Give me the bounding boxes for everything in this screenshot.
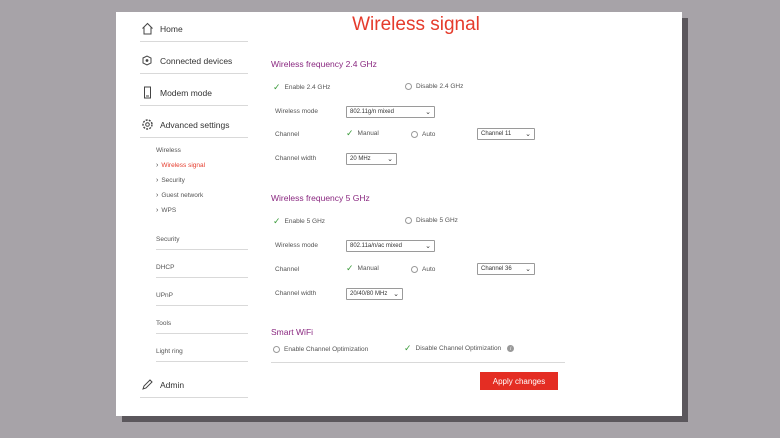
nav-sub-label: Security <box>161 177 185 184</box>
section-title-5ghz: Wireless frequency 5 GHz <box>271 193 370 203</box>
checkmark-icon: ✓ <box>273 82 281 92</box>
page-title: Wireless signal <box>352 14 480 35</box>
channel-24-select[interactable]: Channel 11 ⌄ <box>477 128 535 140</box>
chevron-down-icon: ⌄ <box>525 266 531 273</box>
nav-sub-label: WPS <box>161 207 177 214</box>
channel-5-select[interactable]: Channel 36 ⌄ <box>477 263 535 275</box>
nav-tools[interactable]: Tools <box>156 314 248 334</box>
option-label: Auto <box>422 266 436 273</box>
radio-icon <box>411 266 418 273</box>
option-label: Enable Channel Optimization <box>284 346 369 353</box>
nav-admin-label: Admin <box>160 379 185 390</box>
channel-width-24-label: Channel width <box>275 155 317 162</box>
select-value: Channel 36 <box>481 266 512 272</box>
option-label: Enable 2.4 GHz <box>284 84 331 91</box>
select-value: 20/40/80 MHz <box>350 291 388 297</box>
disable-24ghz-radio[interactable]: Disable 2.4 GHz <box>405 83 463 90</box>
nav-security[interactable]: Security <box>156 230 248 250</box>
nav-advanced-settings-label: Advanced settings <box>160 119 230 130</box>
checkmark-icon: ✓ <box>346 128 354 138</box>
channel-width-5-label: Channel width <box>275 290 317 297</box>
modem-icon <box>140 86 154 100</box>
option-label: Disable 2.4 GHz <box>416 83 464 90</box>
disable-channel-optimization-checkbox[interactable]: ✓ Disable Channel Optimization i <box>404 343 515 353</box>
enable-24ghz-checkbox[interactable]: ✓ Enable 2.4 GHz <box>273 83 330 92</box>
channel-width-5-select[interactable]: 20/40/80 MHz ⌄ <box>346 288 403 300</box>
option-label: Manual <box>357 130 379 137</box>
checkmark-icon: ✓ <box>273 216 281 226</box>
auto-24-radio[interactable]: Auto <box>411 131 435 138</box>
nav-sub-security[interactable]: › Security <box>156 177 248 184</box>
section-title-smart-wifi: Smart WiFi <box>271 327 314 337</box>
nav-sub-label: Guest network <box>161 192 204 199</box>
manual-5-checkbox[interactable]: ✓ Manual <box>346 264 379 273</box>
select-value: 802.11g/n mixed <box>350 109 394 115</box>
radio-icon <box>411 131 418 138</box>
gear-icon <box>140 118 154 132</box>
home-icon <box>140 22 154 36</box>
nav-advanced-settings[interactable]: Advanced settings <box>140 112 248 138</box>
wireless-mode-24-label: Wireless mode <box>275 108 318 115</box>
nav-light-ring[interactable]: Light ring <box>156 342 248 362</box>
nav-dhcp[interactable]: DHCP <box>156 258 248 278</box>
nav-sub-wps[interactable]: › WPS <box>156 207 248 214</box>
auto-5-radio[interactable]: Auto <box>411 266 435 273</box>
checkmark-icon: ✓ <box>404 343 412 353</box>
option-label: Disable Channel Optimization <box>415 345 502 352</box>
connected-devices-icon <box>140 54 154 68</box>
channel-5-label: Channel <box>275 266 300 273</box>
nav-modem-mode[interactable]: Modem mode <box>140 80 248 106</box>
radio-icon <box>405 83 412 90</box>
wireless-mode-24-select[interactable]: 802.11g/n mixed ⌄ <box>346 106 435 118</box>
select-value: 802.11a/n/ac mixed <box>350 243 402 249</box>
nav-sub-label: Wireless signal <box>161 162 206 169</box>
disable-5ghz-radio[interactable]: Disable 5 GHz <box>405 217 458 224</box>
divider <box>271 362 565 363</box>
wireless-mode-5-select[interactable]: 802.11a/n/ac mixed ⌄ <box>346 240 435 252</box>
select-value: 20 MHz <box>350 156 371 162</box>
apply-changes-button[interactable]: Apply changes <box>480 372 558 390</box>
channel-24-label: Channel <box>275 131 300 138</box>
nav-connected-devices[interactable]: Connected devices <box>140 48 248 74</box>
nav-modem-mode-label: Modem mode <box>160 87 212 98</box>
radio-icon <box>405 217 412 224</box>
wireless-mode-5-label: Wireless mode <box>275 242 318 249</box>
option-label: Auto <box>422 131 436 138</box>
enable-channel-optimization-radio[interactable]: Enable Channel Optimization <box>273 346 368 353</box>
chevron-right-icon: › <box>156 192 159 199</box>
option-label: Enable 5 GHz <box>284 218 326 225</box>
option-label: Manual <box>357 265 379 272</box>
chevron-right-icon: › <box>156 162 159 169</box>
section-title-24ghz: Wireless frequency 2.4 GHz <box>271 59 377 69</box>
chevron-down-icon: ⌄ <box>425 243 431 250</box>
chevron-right-icon: › <box>156 207 159 214</box>
pencil-icon <box>140 378 154 392</box>
nav-sub-wireless-signal[interactable]: › Wireless signal <box>156 162 248 169</box>
checkmark-icon: ✓ <box>346 263 354 273</box>
settings-panel: Home Connected devices Modem mode Advanc… <box>116 12 682 416</box>
nav-upnp[interactable]: UPnP <box>156 286 248 306</box>
chevron-down-icon: ⌄ <box>425 109 431 116</box>
info-icon[interactable]: i <box>507 345 515 352</box>
nav-home-label: Home <box>160 23 183 34</box>
chevron-down-icon: ⌄ <box>525 131 531 138</box>
manual-24-checkbox[interactable]: ✓ Manual <box>346 129 379 138</box>
chevron-down-icon: ⌄ <box>393 291 399 298</box>
select-value: Channel 11 <box>481 131 512 137</box>
nav-home[interactable]: Home <box>140 16 248 42</box>
channel-width-24-select[interactable]: 20 MHz ⌄ <box>346 153 397 165</box>
chevron-right-icon: › <box>156 177 159 184</box>
radio-icon <box>273 346 280 353</box>
chevron-down-icon: ⌄ <box>387 156 393 163</box>
nav-sub-guest-network[interactable]: › Guest network <box>156 192 248 199</box>
nav-admin[interactable]: Admin <box>140 372 248 398</box>
enable-5ghz-checkbox[interactable]: ✓ Enable 5 GHz <box>273 217 325 226</box>
nav-connected-devices-label: Connected devices <box>160 55 233 66</box>
option-label: Disable 5 GHz <box>416 217 458 224</box>
nav-wireless-heading: Wireless <box>156 147 181 154</box>
